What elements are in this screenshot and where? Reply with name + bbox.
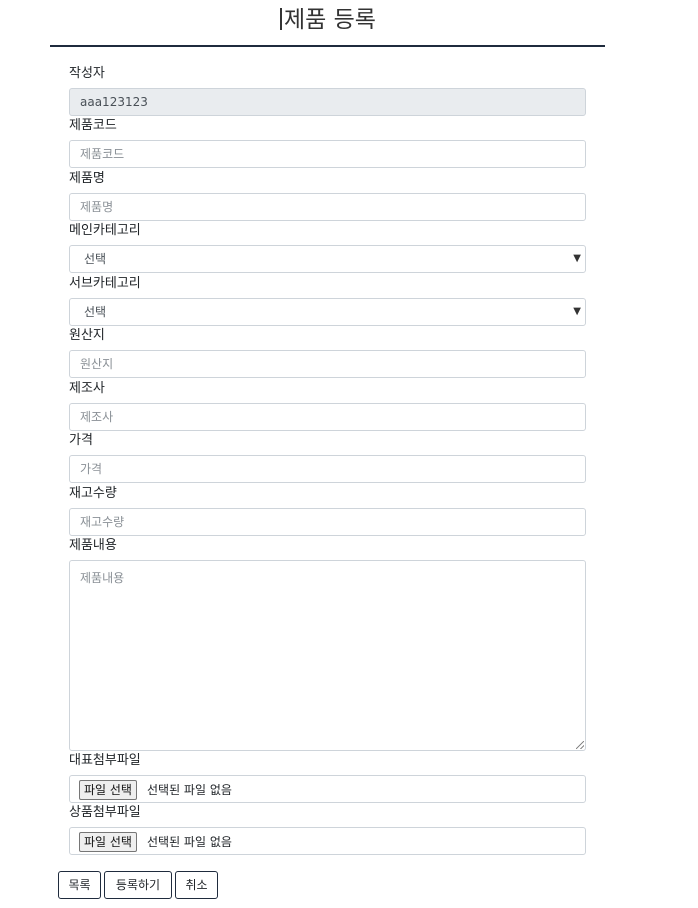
page-title-text: 제품 등록: [284, 7, 376, 33]
main-category-label: 메인카테고리: [69, 223, 141, 238]
main-category-select[interactable]: 선택 ▼: [69, 245, 586, 273]
product-attachment-choose-button[interactable]: 파일 선택: [79, 832, 137, 852]
price-input[interactable]: [69, 455, 586, 483]
product-attachment-status: 선택된 파일 없음: [147, 835, 232, 849]
manufacturer-input[interactable]: [69, 403, 586, 431]
page-title: 제품 등록: [0, 4, 656, 36]
sub-category-selected: 선택: [84, 305, 107, 319]
product-attachment-label: 상품첨부파일: [69, 805, 141, 820]
description-label: 제품내용: [69, 538, 117, 553]
product-name-input[interactable]: [69, 193, 586, 221]
product-code-input[interactable]: [69, 140, 586, 168]
register-button[interactable]: 등록하기: [104, 871, 172, 899]
stock-input[interactable]: [69, 508, 586, 536]
price-label: 가격: [69, 433, 93, 448]
product-attachment-file-input[interactable]: 파일 선택 선택된 파일 없음: [69, 827, 586, 855]
manufacturer-label: 제조사: [69, 381, 105, 396]
title-divider: [50, 45, 605, 47]
cancel-button[interactable]: 취소: [175, 871, 218, 899]
main-attachment-status: 선택된 파일 없음: [147, 783, 232, 797]
main-attachment-choose-button[interactable]: 파일 선택: [79, 780, 137, 800]
origin-label: 원산지: [69, 328, 105, 343]
writer-input[interactable]: [69, 88, 586, 116]
title-bar-mark: [280, 8, 283, 30]
main-attachment-label: 대표첨부파일: [69, 753, 141, 768]
caret-down-icon: ▼: [573, 306, 581, 317]
main-category-selected: 선택: [84, 252, 107, 266]
stock-label: 재고수량: [69, 486, 117, 501]
writer-label: 작성자: [69, 66, 105, 81]
caret-down-icon: ▼: [573, 253, 581, 264]
product-name-label: 제품명: [69, 171, 105, 186]
list-button[interactable]: 목록: [58, 871, 101, 899]
sub-category-label: 서브카테고리: [69, 276, 141, 291]
origin-input[interactable]: [69, 350, 586, 378]
main-attachment-file-input[interactable]: 파일 선택 선택된 파일 없음: [69, 775, 586, 803]
description-textarea[interactable]: [69, 560, 586, 751]
sub-category-select[interactable]: 선택 ▼: [69, 298, 586, 326]
product-code-label: 제품코드: [69, 118, 117, 133]
